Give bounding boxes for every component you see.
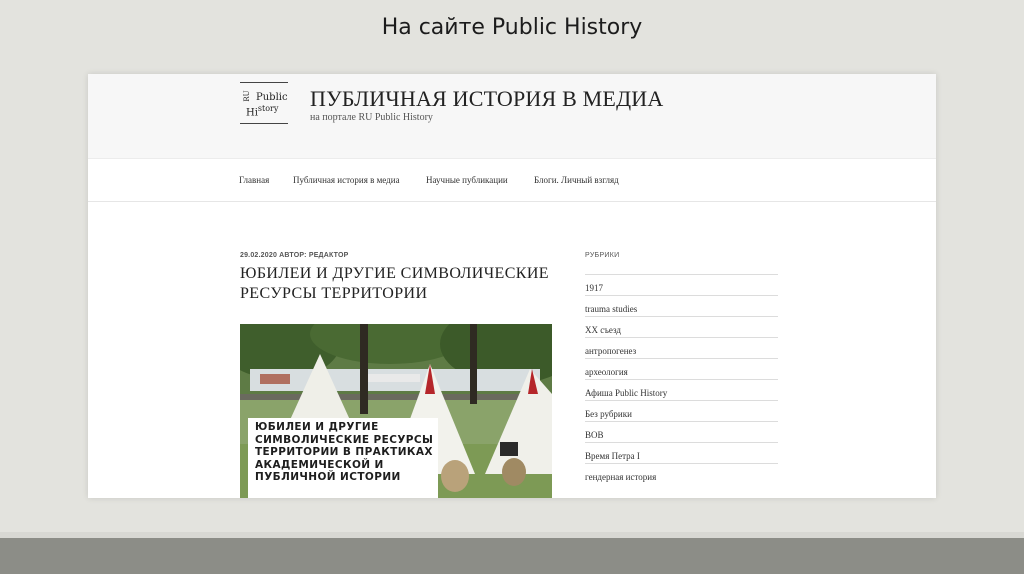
post-title[interactable]: ЮБИЛЕИ И ДРУГИЕ СИМВОЛИЧЕСКИЕ РЕСУРСЫ ТЕ…	[240, 264, 550, 304]
logo-history-text: History	[246, 104, 279, 119]
site-logo[interactable]: RU Public History	[240, 82, 288, 124]
category-item-public-history-poster[interactable]: Афиша Public History	[585, 379, 778, 400]
site-header: RU Public History ПУБЛИЧНАЯ ИСТОРИЯ В МЕ…	[88, 74, 936, 158]
featured-image[interactable]: ЮБИЛЕИ И ДРУГИЕ СИМВОЛИЧЕСКИЕ РЕСУРСЫ ТЕ…	[240, 324, 552, 498]
nav-item-home[interactable]: Главная	[239, 175, 269, 185]
category-item-peter-era[interactable]: Время Петра I	[585, 442, 778, 463]
site-title[interactable]: ПУБЛИЧНАЯ ИСТОРИЯ В МЕДИА	[310, 86, 663, 112]
image-caption-box: ЮБИЛЕИ И ДРУГИЕ СИМВОЛИЧЕСКИЕ РЕСУРСЫ ТЕ…	[248, 418, 438, 498]
post-meta: 29.02.2020 АВТОР: РЕДАКТОР	[240, 252, 349, 259]
main-navigation: Главная Публичная история в медиа Научны…	[88, 158, 936, 202]
category-item-uncategorized[interactable]: Без рубрики	[585, 400, 778, 421]
category-list: 1917 trauma studies XX съезд антропогене…	[585, 274, 778, 484]
sidebar-heading: РУБРИКИ	[585, 252, 620, 259]
category-item-gender-history[interactable]: гендерная история	[585, 463, 778, 484]
nav-item-scientific-publications[interactable]: Научные публикации	[426, 175, 508, 185]
slide-title: На сайте Public History	[381, 15, 643, 40]
image-caption: ЮБИЛЕИ И ДРУГИЕ СИМВОЛИЧЕСКИЕ РЕСУРСЫ ТЕ…	[255, 421, 434, 483]
category-item-1917[interactable]: 1917	[585, 274, 778, 295]
logo-ru-text: RU	[243, 90, 251, 102]
slide-footer-band	[0, 532, 1024, 574]
logo-public-text: Public	[256, 92, 288, 103]
category-item-xx-congress[interactable]: XX съезд	[585, 316, 778, 337]
nav-item-public-history-media[interactable]: Публичная история в медиа	[293, 175, 400, 185]
category-item-anthropogenesis[interactable]: антропогенез	[585, 337, 778, 358]
site-subtitle: на портале RU Public History	[310, 112, 433, 123]
category-item-archaeology[interactable]: археология	[585, 358, 778, 379]
website-screenshot: RU Public History ПУБЛИЧНАЯ ИСТОРИЯ В МЕ…	[88, 74, 936, 498]
category-item-vov[interactable]: ВОВ	[585, 421, 778, 442]
category-item-trauma-studies[interactable]: trauma studies	[585, 295, 778, 316]
nav-item-blogs[interactable]: Блоги. Личный взгляд	[534, 175, 619, 185]
